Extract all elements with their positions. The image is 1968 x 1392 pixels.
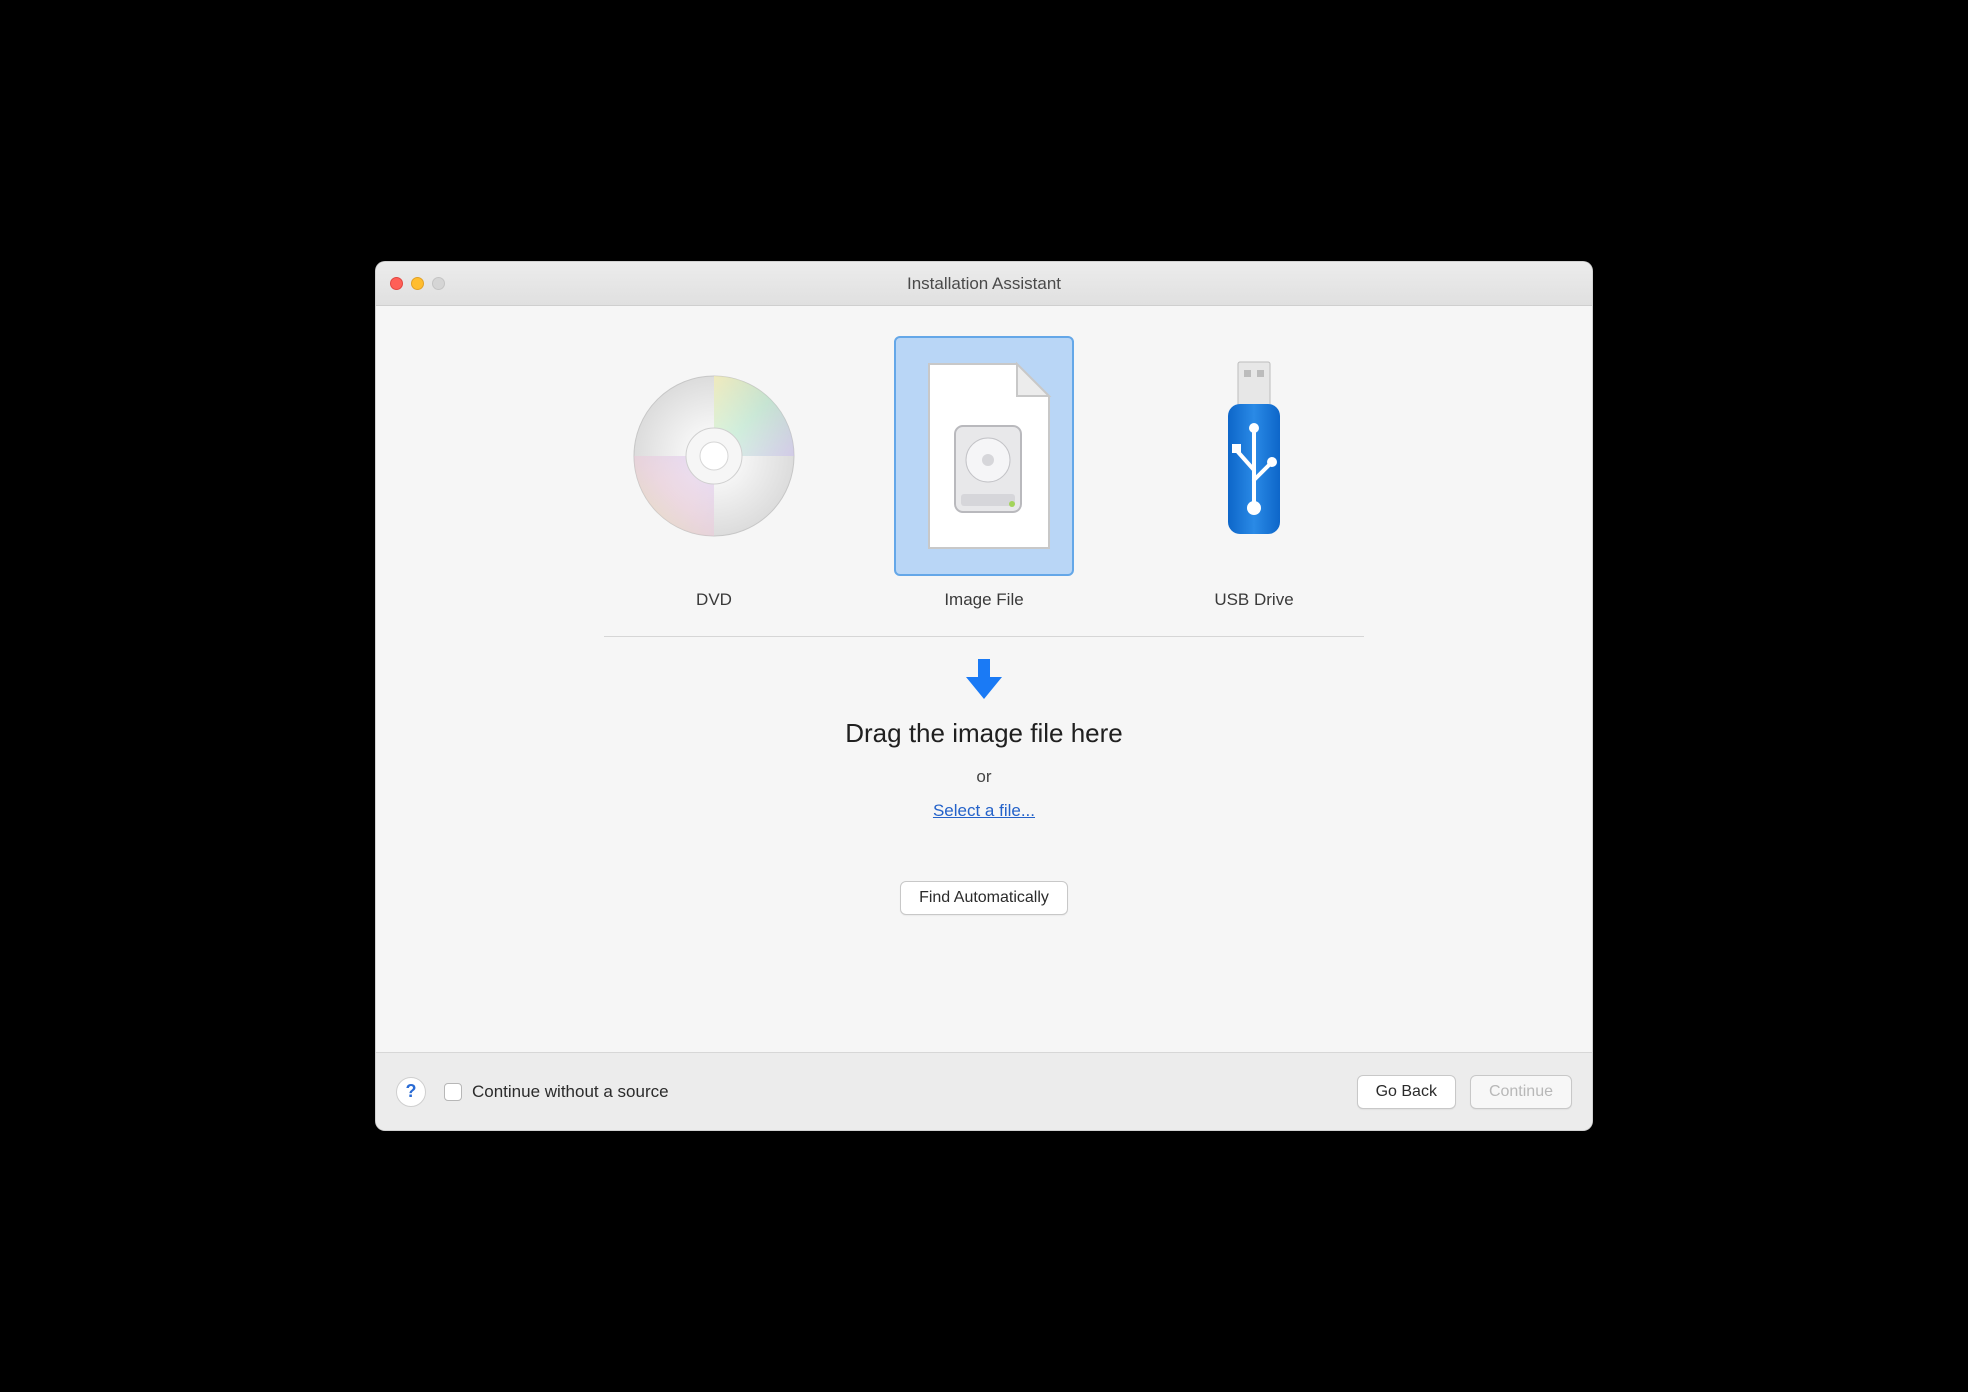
usb-drive-icon	[1164, 336, 1344, 576]
help-icon: ?	[406, 1081, 417, 1102]
installation-assistant-window: Installation Assistant	[375, 261, 1593, 1131]
continue-without-source-checkbox[interactable]	[444, 1083, 462, 1101]
continue-without-source-row: Continue without a source	[444, 1082, 669, 1102]
continue-button: Continue	[1470, 1075, 1572, 1109]
option-usb-drive[interactable]: USB Drive	[1154, 336, 1354, 610]
footer-buttons: Go Back Continue	[1357, 1075, 1572, 1109]
or-text: or	[976, 767, 991, 787]
option-usb-drive-label: USB Drive	[1214, 590, 1293, 610]
drag-instruction-text: Drag the image file here	[845, 718, 1122, 749]
image-file-icon	[894, 336, 1074, 576]
select-file-link[interactable]: Select a file...	[933, 801, 1035, 821]
find-automatically-button[interactable]: Find Automatically	[900, 881, 1068, 915]
divider	[604, 636, 1364, 637]
titlebar: Installation Assistant	[376, 262, 1592, 306]
footer: ? Continue without a source Go Back Cont…	[376, 1052, 1592, 1130]
source-options: DVD	[614, 336, 1354, 610]
window-title: Installation Assistant	[376, 274, 1592, 294]
dvd-icon	[624, 336, 804, 576]
option-image-file[interactable]: Image File	[884, 336, 1084, 610]
option-dvd[interactable]: DVD	[614, 336, 814, 610]
drop-area[interactable]: Drag the image file here or Select a fil…	[845, 657, 1122, 821]
arrow-down-icon	[964, 657, 1004, 706]
go-back-button[interactable]: Go Back	[1357, 1075, 1456, 1109]
option-dvd-label: DVD	[696, 590, 732, 610]
content-area: DVD	[376, 306, 1592, 1052]
option-image-file-label: Image File	[944, 590, 1023, 610]
help-button[interactable]: ?	[396, 1077, 426, 1107]
continue-without-source-label: Continue without a source	[472, 1082, 669, 1102]
